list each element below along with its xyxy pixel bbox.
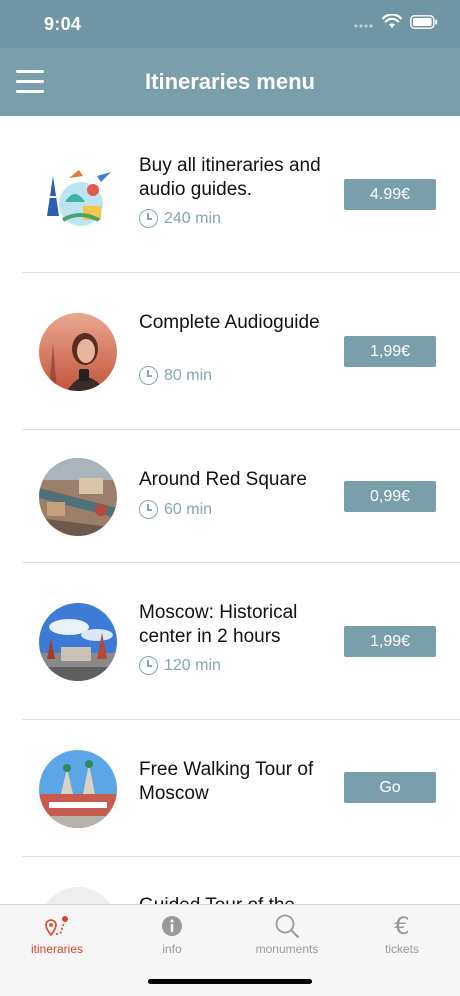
item-title: Guided Tour of the <box>139 894 339 904</box>
list-item[interactable]: Around Red Square 60 min 0,99€ <box>0 430 460 563</box>
item-duration: 240 min <box>139 209 221 228</box>
home-indicator <box>148 979 312 984</box>
clock-icon <box>139 500 158 519</box>
status-icons <box>354 14 438 29</box>
buy-button[interactable]: 1,99€ <box>344 336 436 367</box>
tab-label: monuments <box>255 942 319 956</box>
tab-label: tickets <box>384 942 419 956</box>
buy-button[interactable]: 4.99€ <box>344 179 436 210</box>
item-title: Around Red Square <box>139 469 307 490</box>
buy-button[interactable]: 1,99€ <box>344 626 436 657</box>
tab-itineraries[interactable]: itineraries <box>12 913 102 956</box>
itinerary-thumbnail <box>39 750 117 828</box>
wifi-icon <box>382 14 402 28</box>
status-time: 9:04 <box>44 14 82 34</box>
item-duration: 60 min <box>139 500 212 519</box>
item-title: Buy all itineraries and audio guides. <box>139 155 321 200</box>
buy-button[interactable]: 0,99€ <box>344 481 436 512</box>
item-duration: 80 min <box>139 366 212 385</box>
tab-label: info <box>162 942 182 956</box>
itinerary-thumbnail <box>39 313 117 391</box>
itinerary-thumbnail <box>39 458 117 536</box>
list-item[interactable]: Complete Audioguide 80 min 1,99€ <box>0 273 460 430</box>
tab-label: itineraries <box>30 942 84 956</box>
item-title: Complete Audioguide <box>139 312 320 333</box>
status-bar: 9:04 <box>0 0 460 48</box>
tab-tickets[interactable]: € tickets <box>357 912 447 956</box>
info-icon <box>162 916 182 936</box>
item-title: Free Walking Tour of Moscow <box>139 759 314 804</box>
item-title: Moscow: Historical center in 2 hours <box>139 602 298 647</box>
list-item[interactable]: Free Walking Tour of Moscow Go <box>0 720 460 857</box>
clock-icon <box>139 209 158 228</box>
map-pin-route-icon <box>45 916 68 937</box>
go-button[interactable]: Go <box>344 772 436 803</box>
euro-icon: € <box>394 912 410 940</box>
itinerary-thumbnail <box>39 887 117 904</box>
tab-info[interactable]: info <box>127 913 217 956</box>
search-icon <box>275 914 299 938</box>
clock-icon <box>139 656 158 675</box>
tab-monuments[interactable]: monuments <box>242 913 332 956</box>
battery-icon <box>410 14 438 29</box>
list-item[interactable]: Buy all itineraries and audio guides. 24… <box>0 116 460 273</box>
itinerary-thumbnail <box>39 156 117 234</box>
clock-icon <box>139 366 158 385</box>
itineraries-list: Buy all itineraries and audio guides. 24… <box>0 116 460 904</box>
signal-icon <box>354 23 373 28</box>
page-title: Itineraries menu <box>145 69 315 94</box>
nav-bar: Itineraries menu <box>0 48 460 116</box>
itinerary-thumbnail <box>39 603 117 681</box>
item-duration: 120 min <box>139 656 221 675</box>
list-item[interactable]: Guided Tour of the <box>0 857 460 904</box>
list-item[interactable]: Moscow: Historical center in 2 hours 120… <box>0 563 460 720</box>
